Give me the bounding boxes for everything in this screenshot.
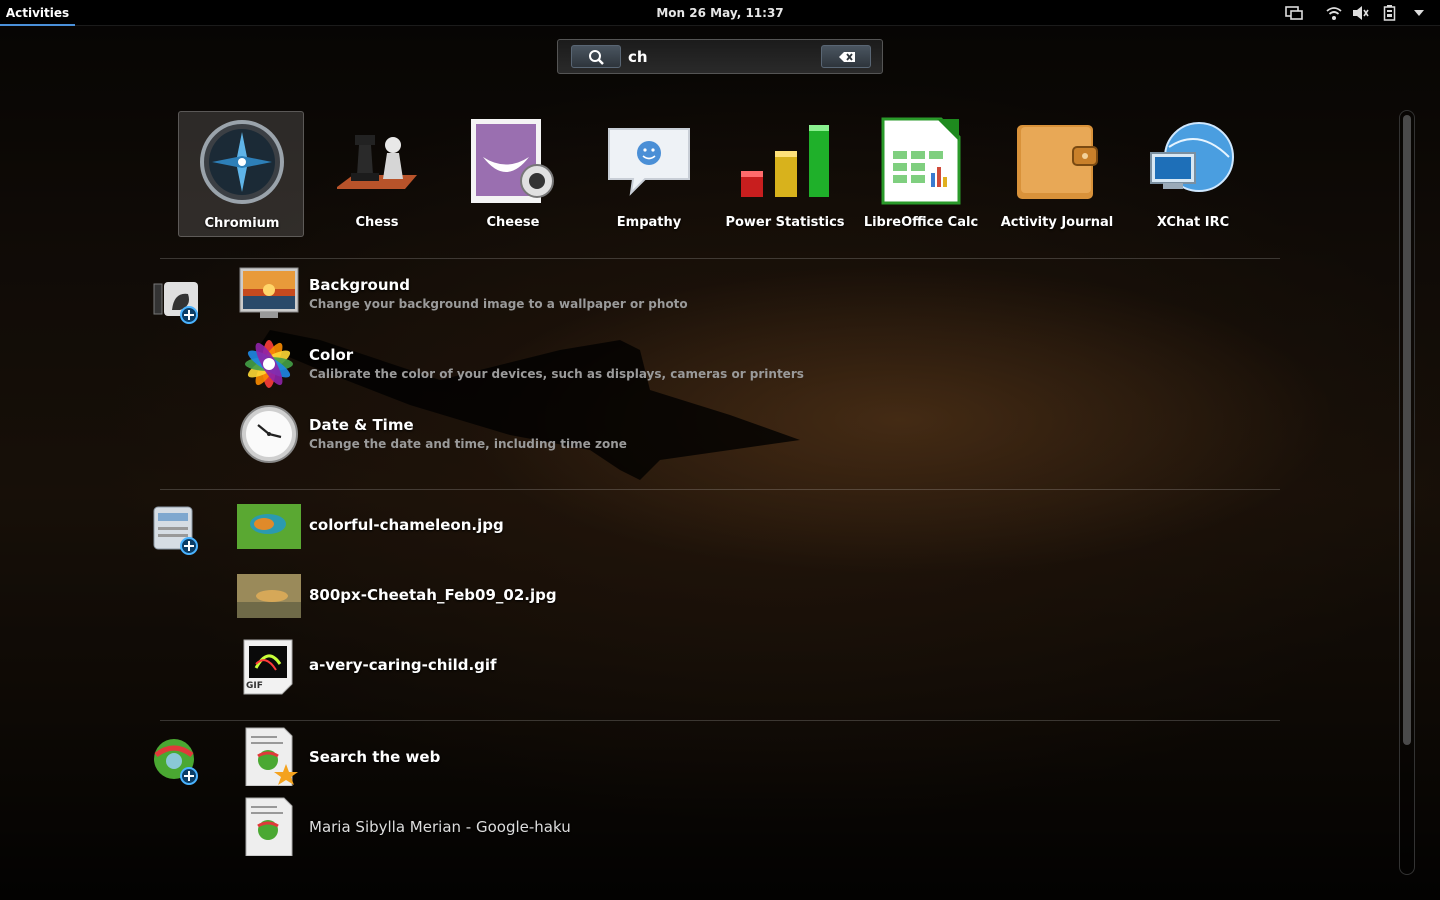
- result-background[interactable]: Background Change your background image …: [236, 262, 936, 326]
- app-label: XChat IRC: [1156, 215, 1230, 230]
- result-title: Color: [309, 346, 354, 364]
- app-label: Chromium: [204, 216, 280, 231]
- search-input[interactable]: [628, 45, 818, 69]
- scrollbar[interactable]: [1399, 110, 1415, 875]
- app-activity-journal[interactable]: Activity Journal: [994, 111, 1120, 237]
- image-thumbnail: [237, 504, 301, 549]
- result-search-web[interactable]: Search the web: [236, 724, 936, 788]
- app-label: Cheese: [486, 215, 540, 230]
- app-libreoffice-calc[interactable]: LibreOffice Calc: [858, 111, 984, 237]
- result-web-page[interactable]: Maria Sibylla Merian - Google-haku: [236, 794, 936, 858]
- color-settings-icon: [245, 340, 293, 388]
- result-title: Search the web: [309, 748, 441, 766]
- app-label: LibreOffice Calc: [863, 215, 979, 230]
- result-title: Background: [309, 276, 410, 294]
- app-label: Power Statistics: [725, 215, 845, 230]
- xchat-irc-icon: [1150, 122, 1234, 192]
- search-icon: [589, 50, 604, 65]
- wifi-icon[interactable]: [1325, 5, 1343, 21]
- app-label: Empathy: [616, 215, 682, 230]
- result-title: colorful-chameleon.jpg: [309, 516, 504, 534]
- cheese-icon: [471, 119, 554, 203]
- result-title: 800px-Cheetah_Feb09_02.jpg: [309, 586, 557, 604]
- app-power-statistics[interactable]: Power Statistics: [722, 111, 848, 237]
- clear-search-button[interactable]: [821, 45, 871, 68]
- result-file[interactable]: 800px-Cheetah_Feb09_02.jpg: [236, 570, 936, 634]
- result-title: a-very-caring-child.gif: [309, 656, 497, 674]
- app-empathy[interactable]: Empathy: [586, 111, 712, 237]
- result-color[interactable]: Color Calibrate the color of your device…: [236, 332, 936, 396]
- section-divider: [160, 258, 1280, 259]
- section-divider: [160, 720, 1280, 721]
- files-provider-icon[interactable]: [152, 505, 202, 555]
- result-description: Change the date and time, including time…: [309, 437, 627, 451]
- battery-icon[interactable]: [1383, 5, 1397, 21]
- search-button[interactable]: [571, 45, 621, 68]
- background-settings-icon: [239, 267, 299, 318]
- app-label: Activity Journal: [1000, 215, 1114, 230]
- activities-button[interactable]: Activities: [0, 0, 75, 26]
- activity-journal-icon: [1017, 125, 1098, 199]
- clock-icon: [240, 405, 298, 463]
- display-icon[interactable]: [1285, 5, 1303, 21]
- result-date-time[interactable]: Date & Time Change the date and time, in…: [236, 402, 936, 466]
- result-title: Date & Time: [309, 416, 414, 434]
- result-description: Calibrate the color of your devices, suc…: [309, 367, 804, 381]
- empathy-icon: [608, 128, 690, 196]
- settings-provider-icon[interactable]: [152, 280, 202, 330]
- result-file[interactable]: colorful-chameleon.jpg: [236, 500, 936, 564]
- scrollbar-thumb[interactable]: [1403, 115, 1411, 745]
- image-thumbnail: [237, 574, 301, 618]
- clock[interactable]: Mon 26 May, 11:37: [620, 0, 820, 26]
- result-file[interactable]: a-very-caring-child.gif: [236, 634, 936, 698]
- libreoffice-calc-icon: [881, 117, 961, 205]
- result-title: Maria Sibylla Merian - Google-haku: [309, 818, 571, 836]
- chromium-icon: [200, 120, 284, 204]
- web-document-icon: [245, 727, 298, 786]
- section-divider: [160, 489, 1280, 490]
- web-document-icon: [245, 797, 293, 856]
- web-provider-icon[interactable]: [152, 737, 202, 787]
- top-bar: Activities Mon 26 May, 11:37: [0, 0, 1440, 26]
- gif-badge: GIF: [246, 681, 263, 691]
- app-chromium[interactable]: Chromium: [178, 111, 304, 237]
- app-cheese[interactable]: Cheese: [450, 111, 576, 237]
- result-description: Change your background image to a wallpa…: [309, 297, 688, 311]
- app-label: Chess: [355, 215, 399, 230]
- search-entry[interactable]: [557, 39, 883, 74]
- backspace-icon: [839, 52, 855, 62]
- chess-icon: [337, 135, 417, 189]
- chevron-down-icon[interactable]: [1413, 9, 1425, 25]
- app-chess[interactable]: Chess: [314, 111, 440, 237]
- app-xchat-irc[interactable]: XChat IRC: [1130, 111, 1256, 237]
- volume-icon[interactable]: [1352, 5, 1370, 21]
- power-statistics-icon: [741, 125, 829, 197]
